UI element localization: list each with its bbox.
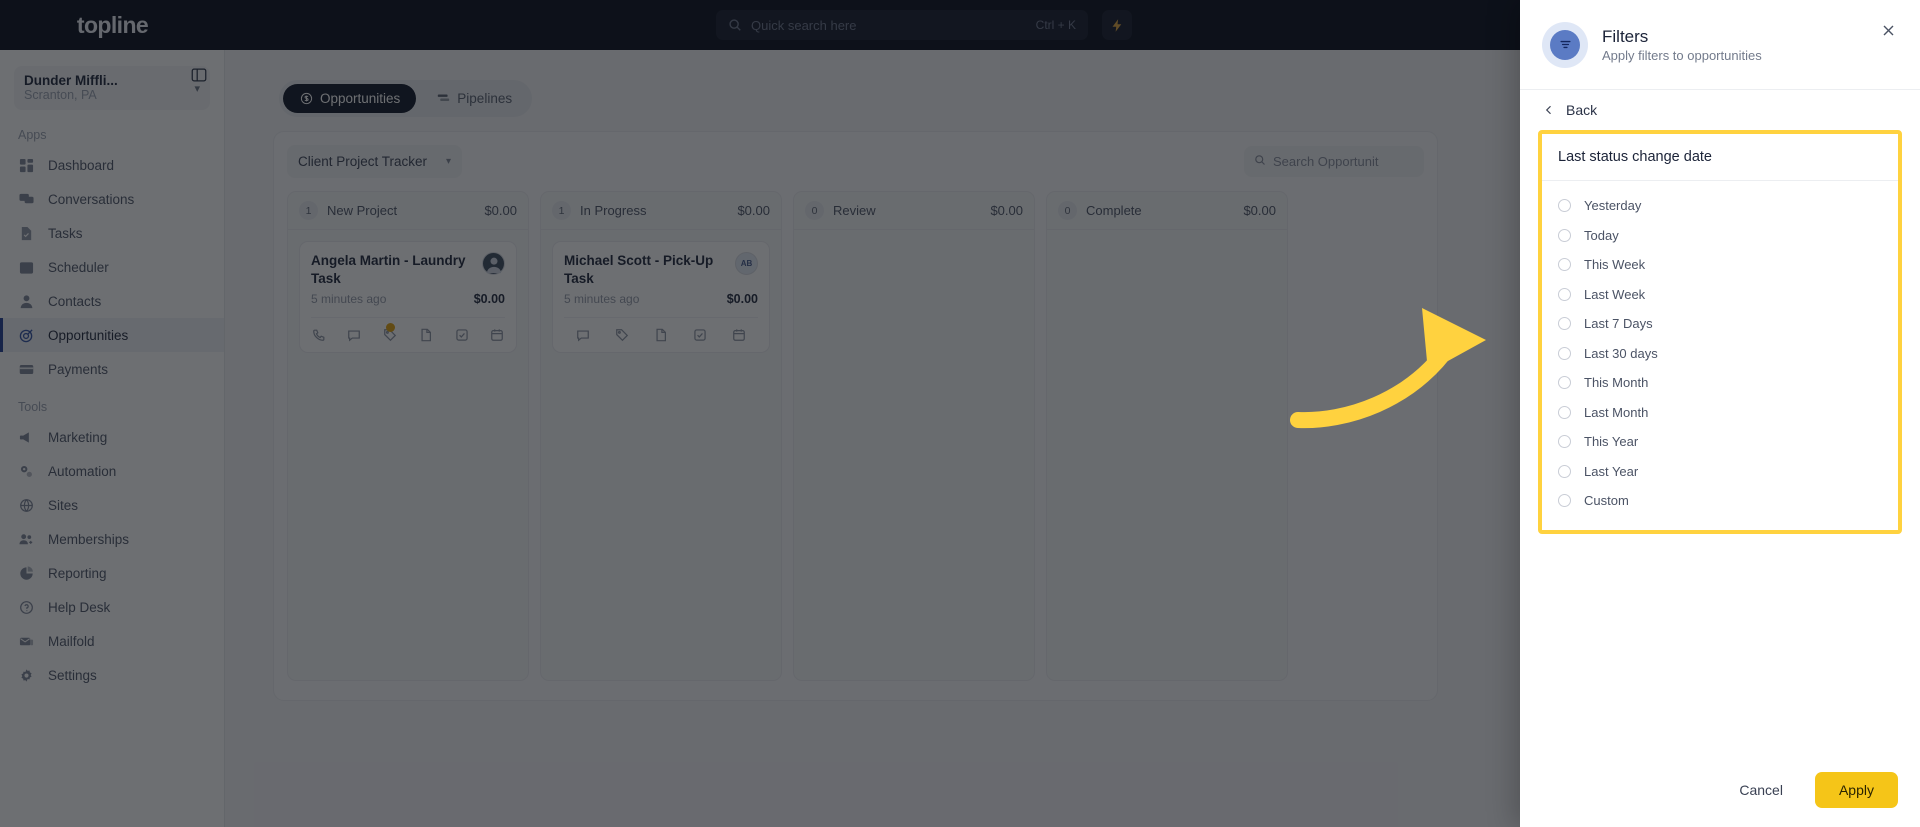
option-label: Last 7 Days xyxy=(1584,316,1653,332)
radio-icon[interactable] xyxy=(1558,405,1571,419)
option-label: This Month xyxy=(1584,375,1649,391)
apply-button[interactable]: Apply xyxy=(1814,772,1898,808)
filter-option-last-7-days[interactable]: Last 7 Days xyxy=(1542,309,1898,339)
filter-option-last-month[interactable]: Last Month xyxy=(1542,398,1898,428)
back-button[interactable]: Back xyxy=(1520,90,1920,130)
radio-icon[interactable] xyxy=(1558,317,1571,331)
option-label: Last Year xyxy=(1584,463,1639,479)
option-label: Custom xyxy=(1584,493,1629,509)
option-label: Last Week xyxy=(1584,286,1646,302)
filter-group-title: Last status change date xyxy=(1542,134,1898,181)
radio-icon[interactable] xyxy=(1558,287,1571,301)
option-label: This Week xyxy=(1584,257,1646,273)
option-label: Today xyxy=(1584,227,1619,243)
filters-drawer: Filters Apply filters to opportunities B… xyxy=(1520,0,1920,827)
back-label: Back xyxy=(1566,102,1598,118)
filter-option-last-year[interactable]: Last Year xyxy=(1542,457,1898,487)
close-icon[interactable] xyxy=(1874,16,1902,44)
cancel-button[interactable]: Cancel xyxy=(1719,772,1803,808)
chevron-left-icon xyxy=(1540,101,1558,119)
drawer-title: Filters xyxy=(1602,26,1649,46)
filter-option-yesterday[interactable]: Yesterday xyxy=(1542,191,1898,221)
radio-icon[interactable] xyxy=(1558,494,1571,508)
option-label: Last Month xyxy=(1584,404,1649,420)
radio-icon[interactable] xyxy=(1558,376,1571,390)
filter-option-this-month[interactable]: This Month xyxy=(1542,368,1898,398)
filter-option-this-year[interactable]: This Year xyxy=(1542,427,1898,457)
drawer-subtitle: Apply filters to opportunities xyxy=(1602,48,1762,64)
option-label: Last 30 days xyxy=(1584,345,1658,361)
radio-icon[interactable] xyxy=(1558,435,1571,449)
filter-group-highlight: Last status change date Yesterday Today … xyxy=(1538,130,1902,534)
filter-options-list: Yesterday Today This Week Last Week Last… xyxy=(1542,181,1898,530)
drawer-footer: Cancel Apply xyxy=(1520,753,1920,827)
option-label: Yesterday xyxy=(1584,198,1642,214)
filter-option-last-week[interactable]: Last Week xyxy=(1542,280,1898,310)
filter-option-custom[interactable]: Custom xyxy=(1542,486,1898,516)
radio-icon[interactable] xyxy=(1558,199,1571,213)
radio-icon[interactable] xyxy=(1558,228,1571,242)
filter-option-today[interactable]: Today xyxy=(1542,221,1898,251)
radio-icon[interactable] xyxy=(1558,258,1571,272)
screen: topline Quick search here Ctrl + K Dunde… xyxy=(0,0,1920,827)
filter-option-this-week[interactable]: This Week xyxy=(1542,250,1898,280)
radio-icon[interactable] xyxy=(1558,464,1571,478)
filter-icon xyxy=(1542,21,1588,68)
option-label: This Year xyxy=(1584,434,1639,450)
filter-option-last-30-days[interactable]: Last 30 days xyxy=(1542,339,1898,369)
drawer-header: Filters Apply filters to opportunities xyxy=(1520,0,1920,90)
radio-icon[interactable] xyxy=(1558,346,1571,360)
